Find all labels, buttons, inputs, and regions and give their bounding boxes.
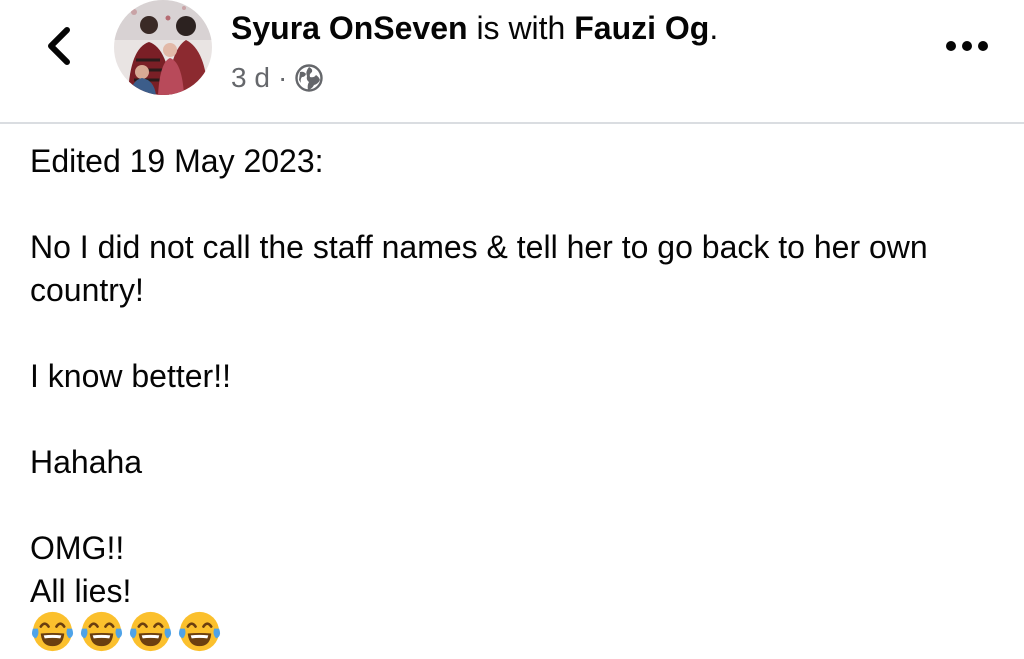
tagged-name[interactable]: Fauzi Og — [574, 10, 709, 46]
avatar[interactable] — [114, 0, 212, 95]
post-time[interactable]: 3 d — [231, 58, 270, 98]
globe-icon[interactable] — [294, 63, 324, 93]
meta-separator: · — [277, 62, 288, 93]
more-options-button[interactable] — [940, 28, 994, 64]
edited-line: Edited 19 May 2023: — [30, 143, 324, 179]
chevron-left-icon — [48, 27, 70, 65]
face-with-tears-of-joy-emoji — [31, 611, 74, 652]
header-divider — [0, 122, 1024, 124]
author-name[interactable]: Syura OnSeven — [231, 10, 468, 46]
post-line-lies: All lies! — [30, 573, 132, 609]
post-body: Edited 19 May 2023: No I did not call th… — [30, 140, 1000, 613]
post-paragraph-2: I know better!! — [30, 358, 231, 394]
post-header: Syura OnSeven is with Fauzi Og. 3 d · — [0, 0, 1024, 122]
title-period: . — [709, 10, 719, 46]
post-paragraph-1: No I did not call the staff names & tell… — [30, 229, 928, 308]
face-with-tears-of-joy-emoji — [129, 611, 172, 652]
more-horizontal-icon — [946, 41, 988, 51]
back-button[interactable] — [36, 22, 80, 70]
post-line-omg: OMG!! — [30, 530, 125, 566]
face-with-tears-of-joy-emoji — [80, 611, 123, 652]
post-title: Syura OnSeven is with Fauzi Og. — [231, 8, 718, 48]
with-text: is with — [467, 10, 575, 46]
face-with-tears-of-joy-emoji — [178, 611, 221, 652]
emoji-row — [30, 609, 222, 655]
post-meta: 3 d · — [231, 58, 324, 98]
post-paragraph-3: Hahaha — [30, 444, 143, 480]
